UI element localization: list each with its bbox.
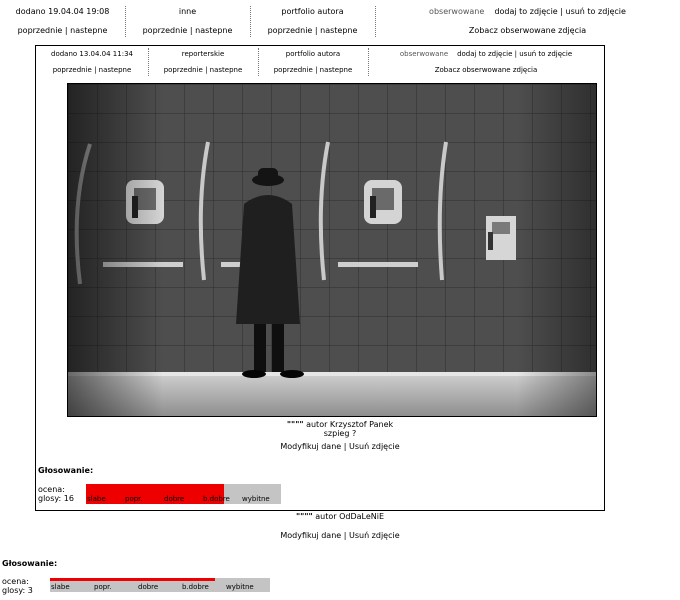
- divider: [375, 6, 376, 37]
- outer-remove-link[interactable]: Usuń zdjęcie: [349, 531, 400, 540]
- outer-prev-next-1[interactable]: poprzednie | nastepne: [0, 25, 125, 37]
- main-photo[interactable]: [67, 83, 597, 417]
- inner-vote-meta: ocena: glosy: 16: [38, 485, 74, 503]
- rating-stars: """": [296, 512, 313, 521]
- outer-see-observed-link[interactable]: Zobacz obserwowane zdjęcia: [375, 25, 680, 37]
- rating-label-slabe[interactable]: slabe: [87, 495, 106, 503]
- outer-author-line: """" autor OdDaLeNiE: [0, 512, 680, 521]
- outer-portfolio-link[interactable]: portfolio autora: [250, 6, 375, 18]
- rating-label-dobre[interactable]: dobre: [164, 495, 184, 503]
- rating-label-popr[interactable]: popr.: [94, 583, 112, 591]
- outer-observed-label: obserwowane: [429, 7, 485, 16]
- inner-observed-row: obserwowane dodaj to zdjęcie | usuń to z…: [368, 48, 604, 60]
- inner-remove-link[interactable]: Usuń zdjęcie: [349, 442, 400, 451]
- divider: [250, 6, 251, 37]
- outer-edit-links: Modyfikuj dane | Usuń zdjęcie: [280, 531, 400, 540]
- divider: [258, 48, 259, 76]
- outer-prev-next-2[interactable]: poprzednie | nastepne: [125, 25, 250, 37]
- inner-see-observed-link[interactable]: Zobacz obserwowane zdjęcia: [368, 64, 604, 76]
- votes-count: glosy: 16: [38, 494, 74, 503]
- photo-image: [68, 84, 596, 416]
- rating-label-bdobre[interactable]: b.dobre: [182, 583, 209, 591]
- outer-prev-next-3[interactable]: poprzednie | nastepne: [250, 25, 375, 37]
- inner-modify-link[interactable]: Modyfikuj dane: [280, 442, 341, 451]
- inner-prev-next-2[interactable]: poprzednie | nastepne: [148, 64, 258, 76]
- rating-label-dobre[interactable]: dobre: [138, 583, 158, 591]
- outer-rating-bar[interactable]: slabe popr. dobre b.dobre wybitne: [50, 578, 270, 592]
- inner-author-link[interactable]: Krzysztof Panek: [330, 420, 393, 429]
- rating-label: ocena:: [38, 485, 65, 494]
- inner-observed-label: obserwowane: [399, 50, 449, 58]
- rating-fill: [50, 578, 215, 581]
- rating-label-wybitne[interactable]: wybitne: [226, 583, 254, 591]
- outer-modify-link[interactable]: Modyfikuj dane: [280, 531, 341, 540]
- rating-stars: """": [286, 420, 304, 429]
- rating-label-bdobre[interactable]: b.dobre: [203, 495, 230, 503]
- rating-label: ocena:: [2, 577, 29, 586]
- rating-label-popr[interactable]: popr.: [125, 495, 143, 503]
- outer-vote-meta: ocena: glosy: 3: [2, 577, 33, 595]
- outer-add-remove-link[interactable]: dodaj to zdjęcie | usuń to zdjęcie: [494, 7, 626, 16]
- divider: [368, 48, 369, 76]
- inner-add-remove-link[interactable]: dodaj to zdjęcie | usuń to zdjęcie: [457, 50, 572, 58]
- author-prefix: autor: [315, 512, 337, 521]
- inner-edit-links: Modyfikuj dane | Usuń zdjęcie: [280, 442, 400, 451]
- inner-portfolio-link[interactable]: portfolio autora: [258, 48, 368, 60]
- outer-observed-row: obserwowane dodaj to zdjęcie | usuń to z…: [375, 6, 680, 18]
- outer-voting-title: Głosowanie:: [2, 559, 58, 568]
- votes-count: glosy: 3: [2, 586, 33, 595]
- inner-photo-title: szpieg ?: [323, 429, 357, 438]
- inner-rating-bar[interactable]: slabe popr. dobre b.dobre wybitne: [86, 484, 281, 504]
- inner-voting-title: Głosowanie:: [38, 466, 94, 475]
- outer-author-link[interactable]: OdDaLeNiE: [339, 512, 384, 521]
- inner-author-line: """" autor Krzysztof Panek: [0, 420, 680, 429]
- rating-label-slabe[interactable]: slabe: [51, 583, 70, 591]
- inner-category-link[interactable]: reporterskie: [148, 48, 258, 60]
- outer-added-date: dodano 19.04.04 19:08: [15, 7, 110, 16]
- divider: [148, 48, 149, 76]
- inner-prev-next-3[interactable]: poprzednie | nastepne: [258, 64, 368, 76]
- author-prefix: autor: [306, 420, 328, 429]
- outer-category-link[interactable]: inne: [125, 6, 250, 18]
- inner-prev-next-1[interactable]: poprzednie | nastepne: [36, 64, 148, 76]
- rating-label-wybitne[interactable]: wybitne: [242, 495, 270, 503]
- divider: [125, 6, 126, 37]
- inner-added-date: dodano 13.04.04 11:34: [51, 50, 133, 58]
